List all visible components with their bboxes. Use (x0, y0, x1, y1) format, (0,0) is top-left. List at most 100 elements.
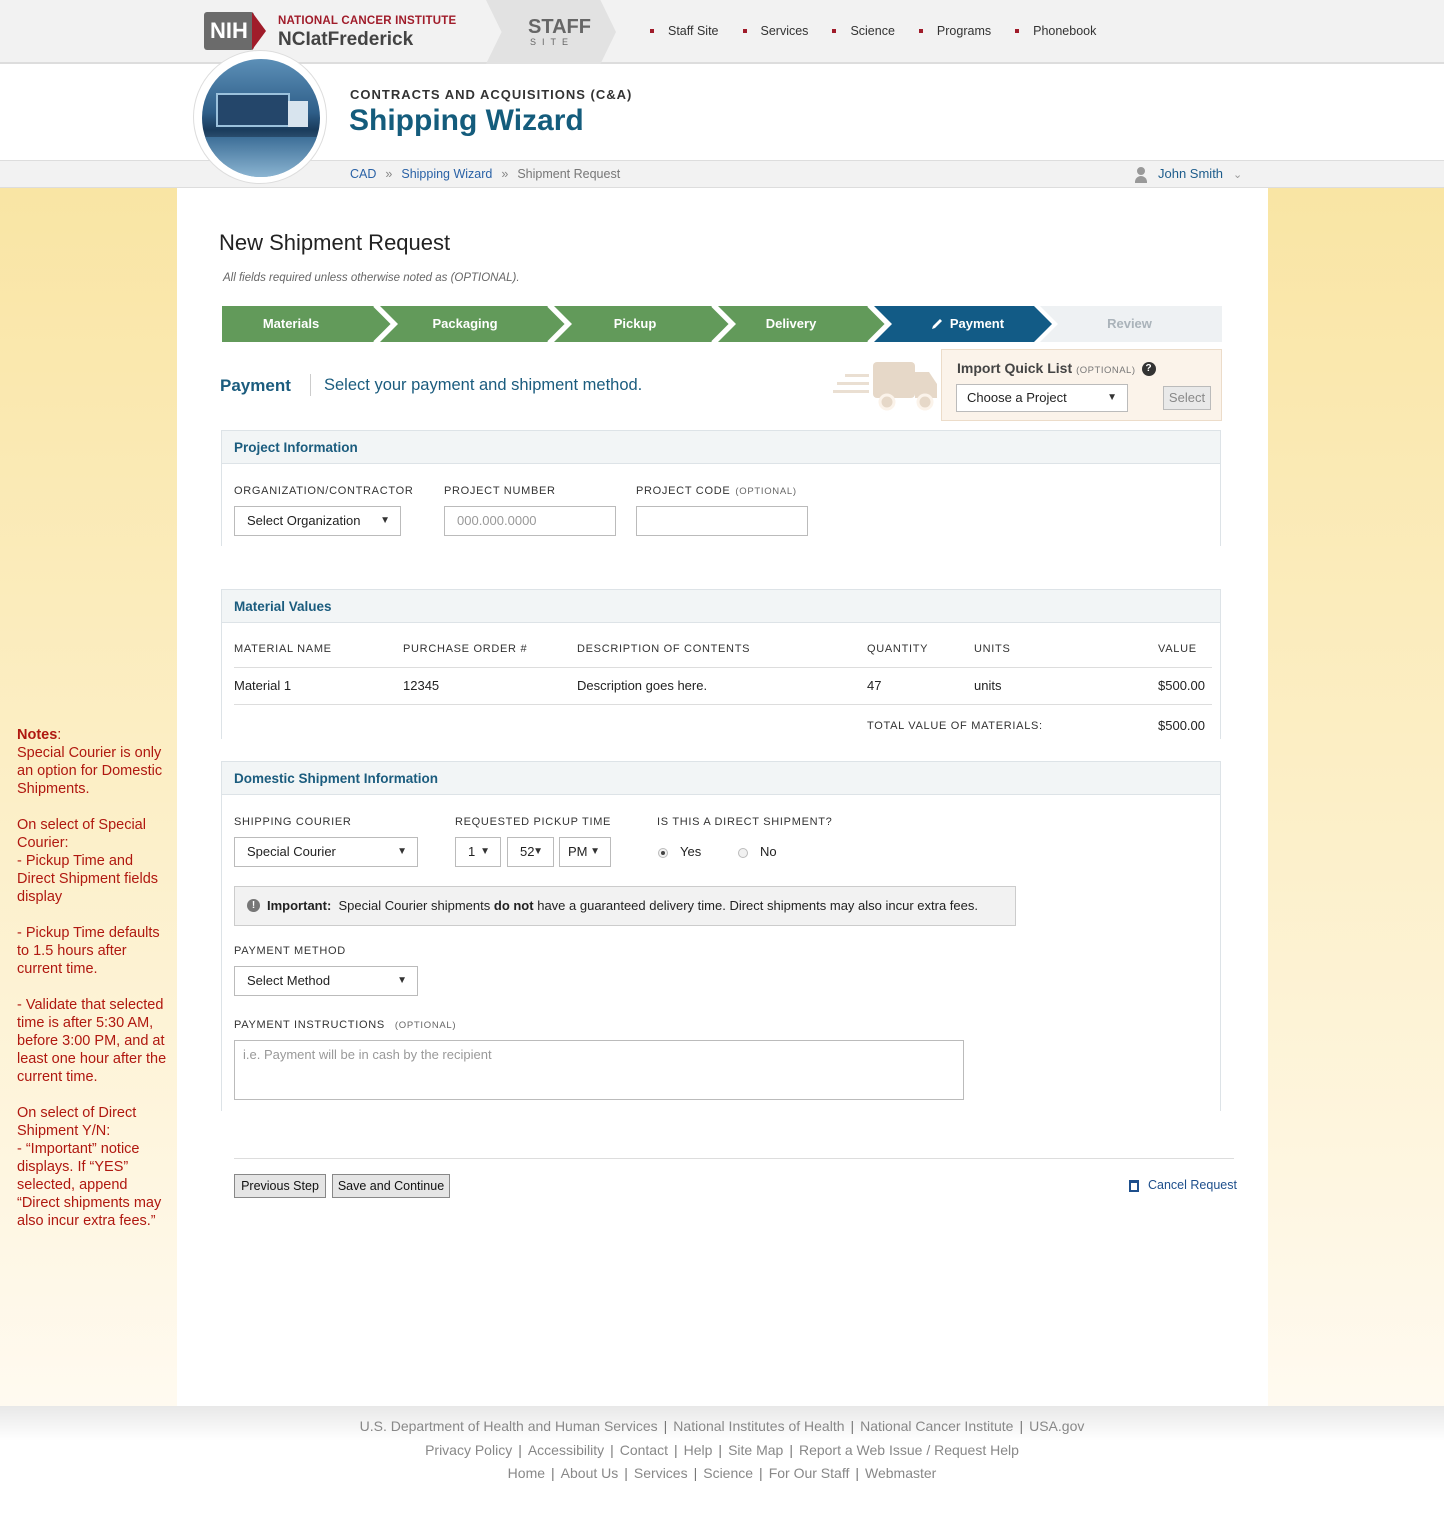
cell-units: units (974, 678, 1002, 693)
important-notice: ! Important: Special Courier shipments do… (234, 886, 1016, 926)
save-continue-button[interactable]: Save and Continue (332, 1174, 450, 1198)
footer-link-nci[interactable]: National Cancer Institute (860, 1418, 1013, 1434)
breadcrumb-shipping-wizard[interactable]: Shipping Wizard (401, 167, 492, 181)
project-number-label: PROJECT NUMBER (444, 485, 556, 497)
payment-method-label: PAYMENT METHOD (234, 945, 346, 957)
footer-link-accessibility[interactable]: Accessibility (528, 1442, 604, 1458)
user-icon (1134, 166, 1148, 183)
footer-link-services[interactable]: Services (634, 1465, 688, 1481)
material-values-heading: Material Values (222, 590, 1220, 623)
quick-list-select-button[interactable]: Select (1163, 386, 1211, 410)
quick-list-title: Import Quick List (OPTIONAL)? (957, 360, 1156, 377)
footer-link-about[interactable]: About Us (561, 1465, 619, 1481)
organization-label: ORGANIZATION/CONTRACTOR (234, 485, 414, 497)
footer-link-help[interactable]: Help (684, 1442, 713, 1458)
help-icon[interactable]: ? (1141, 362, 1156, 377)
total-value: $500.00 (1158, 718, 1205, 733)
import-quick-list-panel: Import Quick List (OPTIONAL)? Choose a Pr… (941, 349, 1222, 421)
col-value: VALUE (1158, 643, 1197, 655)
project-code-input[interactable] (636, 506, 808, 536)
project-code-label: PROJECT CODE (OPTIONAL) (636, 485, 797, 497)
footer-link-nih[interactable]: National Institutes of Health (673, 1418, 844, 1434)
breadcrumb: CAD» Shipping Wizard» Shipment Request (350, 167, 621, 181)
footer-link-sitemap[interactable]: Site Map (728, 1442, 783, 1458)
pickup-hour-select[interactable]: 1 ▼ (455, 837, 501, 867)
step-delivery[interactable]: Delivery (728, 306, 854, 342)
direct-no-radio[interactable] (738, 848, 748, 858)
footer-link-staff[interactable]: For Our Staff (769, 1465, 850, 1481)
step-materials[interactable]: Materials (222, 306, 360, 342)
previous-step-button[interactable]: Previous Step (234, 1174, 326, 1198)
caret-down-icon: ▼ (397, 846, 407, 857)
notes-title: Notes (17, 727, 58, 743)
courier-label: SHIPPING COURIER (234, 816, 352, 828)
footer-link-hhs[interactable]: U.S. Department of Health and Human Serv… (360, 1418, 658, 1434)
col-description: DESCRIPTION OF CONTENTS (577, 643, 751, 655)
courier-select[interactable]: Special Courier ▼ (234, 837, 418, 867)
section-description: Select your payment and shipment method. (324, 376, 643, 394)
organization-select[interactable]: Select Organization ▼ (234, 506, 401, 536)
annotation-notes: Notes: Special Courier is only an option… (17, 727, 167, 1229)
staff-site-badge[interactable]: STAFF SITE (486, 0, 616, 64)
payment-instructions-label: PAYMENT INSTRUCTIONS (OPTIONAL) (234, 1019, 457, 1031)
col-purchase-order: PURCHASE ORDER # (403, 643, 528, 655)
project-select[interactable]: Choose a Project ▼ (956, 384, 1128, 412)
total-label: TOTAL VALUE OF MATERIALS: (867, 720, 1043, 732)
cell-po: 12345 (403, 678, 440, 693)
cell-value: $500.00 (1158, 678, 1205, 693)
staff-title: STAFF (528, 16, 591, 38)
step-pickup[interactable]: Pickup (564, 306, 706, 342)
footer-link-report-issue[interactable]: Report a Web Issue / Request Help (799, 1442, 1019, 1458)
bullet-icon (1015, 28, 1020, 33)
domestic-shipment-heading: Domestic Shipment Information (222, 762, 1220, 795)
caret-down-icon: ▼ (533, 846, 543, 857)
cancel-request-link[interactable]: Cancel Request (1129, 1178, 1237, 1192)
step-payment[interactable]: Payment (912, 306, 1022, 342)
page-title: New Shipment Request (219, 230, 451, 255)
pickup-ampm-select[interactable]: PM ▼ (559, 837, 611, 867)
bullet-icon (918, 28, 923, 33)
nav-science[interactable]: Science (832, 24, 895, 38)
pencil-icon (931, 318, 942, 329)
user-menu[interactable]: John Smith ⌄ (1134, 166, 1242, 183)
bullet-icon (742, 28, 747, 33)
footer-link-privacy[interactable]: Privacy Policy (425, 1442, 512, 1458)
footer-link-webmaster[interactable]: Webmaster (865, 1465, 936, 1481)
cell-quantity: 47 (867, 678, 882, 693)
payment-method-select[interactable]: Select Method ▼ (234, 966, 418, 996)
truck-photo (202, 59, 320, 177)
step-review: Review (1107, 316, 1152, 331)
step-packaging[interactable]: Packaging (390, 306, 540, 342)
pickup-minute-select[interactable]: 52 ▼ (507, 837, 554, 867)
cell-material-name: Material 1 (234, 678, 292, 693)
nav-services[interactable]: Services (742, 24, 808, 38)
project-number-input[interactable]: 000.000.0000 (444, 506, 616, 536)
footer-link-home[interactable]: Home (508, 1465, 545, 1481)
nav-programs[interactable]: Programs (918, 24, 991, 38)
payment-instructions-input[interactable]: i.e. Payment will be in cash by the reci… (234, 1040, 964, 1100)
footer-link-contact[interactable]: Contact (620, 1442, 668, 1458)
app-title: Shipping Wizard (349, 104, 584, 137)
caret-down-icon: ▼ (480, 846, 490, 857)
department-title: CONTRACTS AND ACQUISITIONS (C&A) (350, 87, 633, 102)
section-label: Payment (220, 376, 291, 395)
material-values-panel: Material Values MATERIAL NAME PURCHASE O… (221, 589, 1221, 739)
nav-staff-site[interactable]: Staff Site (650, 24, 719, 38)
col-quantity: QUANTITY (867, 643, 929, 655)
caret-down-icon: ▼ (1107, 392, 1117, 403)
wizard-steps: Materials Packaging Pickup Delivery Paym… (222, 306, 1222, 342)
footer-row-1: U.S. Department of Health and Human Serv… (359, 1418, 1085, 1434)
trash-icon (1129, 1179, 1139, 1192)
actions-divider (234, 1158, 1234, 1159)
section-divider (310, 374, 311, 396)
footer-link-usagov[interactable]: USA.gov (1029, 1418, 1084, 1434)
footer-link-science[interactable]: Science (703, 1465, 753, 1481)
direct-yes-radio[interactable] (658, 848, 668, 858)
alert-icon: ! (247, 899, 260, 912)
direct-no-label: No (760, 844, 777, 859)
footer-row-3: Home | About Us | Services | Science | For Our S… (507, 1465, 937, 1481)
breadcrumb-cad[interactable]: CAD (350, 167, 376, 181)
right-gutter (1268, 188, 1444, 1406)
staff-subtitle: SITE (530, 37, 575, 47)
nav-phonebook[interactable]: Phonebook (1015, 24, 1096, 38)
